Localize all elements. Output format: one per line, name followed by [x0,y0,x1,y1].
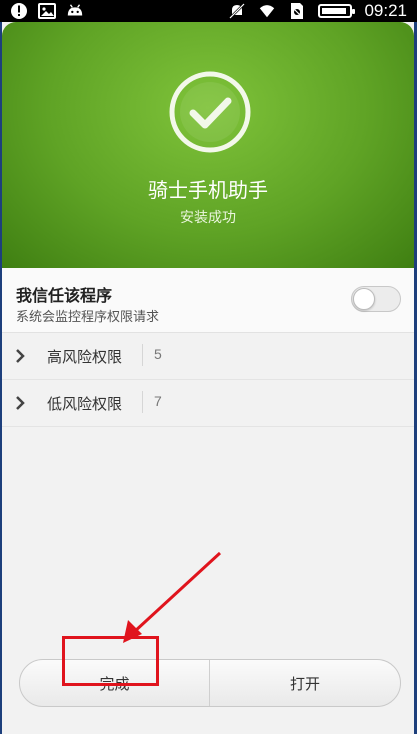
permission-row-low-risk[interactable]: 低风险权限 7 [2,380,414,427]
chevron-right-icon [16,349,25,363]
divider [142,391,143,413]
mute-icon [228,2,246,20]
divider [142,344,143,366]
trust-setting-row: 我信任该程序 系统会监控程序权限请求 [2,268,414,333]
trust-subtitle: 系统会监控程序权限请求 [16,310,160,325]
battery-icon [318,4,356,18]
install-result-window: 骑士手机助手 安装成功 我信任该程序 系统会监控程序权限请求 高风险权限 5 低… [2,22,414,734]
status-time: 09:21 [364,1,407,20]
permission-row-high-risk[interactable]: 高风险权限 5 [2,333,414,380]
chevron-right-icon [16,396,25,410]
permission-count: 5 [154,346,162,362]
install-header: 骑士手机助手 安装成功 [2,22,414,268]
android-icon [66,2,84,20]
open-button[interactable]: 打开 [210,660,400,706]
trust-title: 我信任该程序 [16,286,113,305]
app-name: 骑士手机助手 [148,178,268,202]
permission-label: 低风险权限 [47,395,123,413]
permission-label: 高风险权限 [47,348,123,366]
trust-toggle[interactable] [351,286,401,312]
success-check-icon [169,71,251,153]
sim-icon [288,2,306,20]
install-status-text: 安装成功 [180,210,236,226]
annotation-highlight-box [62,636,159,686]
alert-icon [10,2,28,20]
wifi-icon [258,2,276,20]
status-bar: 09:21 [0,0,417,22]
toggle-knob [353,288,375,310]
permission-count: 7 [154,393,162,409]
image-icon [38,2,56,20]
